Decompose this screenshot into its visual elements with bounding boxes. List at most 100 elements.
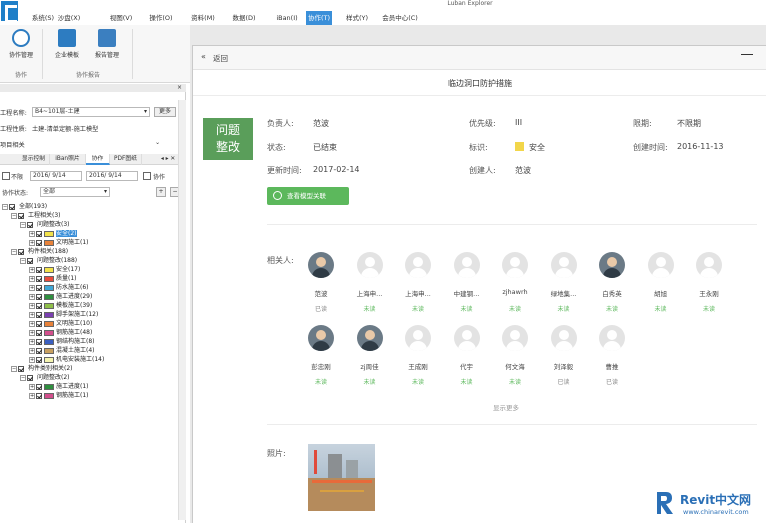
expand-icon[interactable]: + (29, 392, 35, 399)
tree-node[interactable]: + 文明施工(10) (29, 320, 92, 328)
checkbox-icon[interactable] (36, 230, 42, 237)
avatar[interactable] (356, 325, 383, 351)
expand-icon[interactable]: + (29, 329, 35, 336)
avatar[interactable] (550, 252, 577, 278)
avatar[interactable] (502, 325, 528, 351)
avatar[interactable] (599, 325, 625, 351)
date-to-field[interactable]: 2016/ 9/14 (86, 171, 138, 181)
tree-node[interactable]: + 安全(17) (29, 266, 80, 274)
tree-node[interactable]: − 问题整改(188) (20, 257, 77, 265)
collapse-icon[interactable]: − (20, 374, 26, 381)
show-more-link[interactable]: 显示更多 (493, 402, 519, 412)
avatar[interactable] (453, 325, 480, 351)
collapse-icon[interactable]: − (2, 203, 8, 210)
report-manage-button[interactable]: 报告管理 (90, 29, 124, 59)
tab-collab[interactable]: 协作 (86, 154, 110, 165)
tab-display-control[interactable]: 显示控制 (18, 154, 50, 165)
menu-item[interactable]: iBan(I) (276, 11, 298, 25)
tree-node[interactable]: + 混凝土施工(4) (29, 347, 95, 355)
checkbox-icon[interactable] (18, 212, 24, 219)
checkbox-icon[interactable] (36, 266, 42, 273)
expand-icon[interactable]: + (29, 284, 35, 291)
tree-node[interactable]: + 机电安装施工(14) (29, 356, 104, 364)
avatar[interactable] (550, 325, 577, 351)
expand-icon[interactable]: + (29, 338, 35, 345)
checkbox-icon[interactable] (36, 293, 42, 300)
checkbox-icon[interactable] (36, 356, 42, 363)
status-select[interactable]: 全部 ▾ (40, 187, 110, 197)
checkbox-icon[interactable] (36, 329, 42, 336)
checkbox-icon[interactable] (27, 374, 33, 381)
checkbox-icon[interactable] (9, 203, 15, 210)
expand-icon[interactable]: + (29, 356, 35, 363)
left-scrollbar[interactable] (178, 100, 186, 520)
checkbox-icon[interactable] (36, 284, 42, 291)
expand-icon[interactable]: + (29, 383, 35, 390)
menu-item[interactable]: 数据(D) (229, 11, 259, 25)
expand-icon[interactable]: + (29, 266, 35, 273)
tree-node[interactable]: − 构件类别相关(2) (11, 365, 73, 373)
tree-node[interactable]: − 问题整改(2) (20, 374, 70, 382)
tree-node[interactable]: + 安全(2) (29, 230, 77, 238)
enterprise-template-button[interactable]: 企业模板 (50, 29, 84, 59)
app-logo-icon[interactable] (1, 1, 18, 23)
tree-node[interactable]: + 脚手架施工(12) (29, 311, 98, 319)
checkbox-icon[interactable] (27, 257, 33, 264)
collab-checkbox[interactable] (143, 172, 151, 180)
expand-icon[interactable]: + (29, 293, 35, 300)
tab-iban-photos[interactable]: iBan照片 (50, 154, 86, 165)
avatar[interactable] (453, 252, 480, 278)
tree-node[interactable]: + 钢筋施工(1) (29, 392, 89, 400)
tree-node[interactable]: − 全部(193) (2, 203, 47, 211)
tree-node[interactable]: − 构件相关(188) (11, 248, 68, 256)
menu-item[interactable]: 资料(M) (188, 11, 218, 25)
checkbox-icon[interactable] (36, 239, 42, 246)
expand-icon[interactable]: + (29, 311, 35, 318)
checkbox-icon[interactable] (36, 338, 42, 345)
tree-node[interactable]: + 施工进度(1) (29, 383, 89, 391)
checkbox-icon[interactable] (36, 320, 42, 327)
menu-item[interactable]: 沙盘(X) (56, 11, 82, 25)
menu-item[interactable]: 系统(S) (30, 11, 56, 25)
avatar[interactable] (599, 252, 625, 278)
avatar[interactable] (308, 252, 334, 278)
checkbox-icon[interactable] (36, 302, 42, 309)
tree-node[interactable]: − 工程相关(3) (11, 212, 61, 220)
collapse-icon[interactable]: − (11, 248, 17, 255)
checkbox-icon[interactable] (27, 221, 33, 228)
tree-node[interactable]: + 防水施工(6) (29, 284, 89, 292)
checkbox-icon[interactable] (36, 347, 42, 354)
expand-icon[interactable]: + (29, 230, 35, 237)
checkbox-icon[interactable] (36, 392, 42, 399)
checkbox-icon[interactable] (18, 248, 24, 255)
expand-icon[interactable]: + (29, 302, 35, 309)
collapse-icon[interactable]: − (11, 212, 17, 219)
avatar[interactable] (356, 252, 383, 278)
checkbox-icon[interactable] (36, 311, 42, 318)
tree-node[interactable]: + 文明施工(1) (29, 239, 89, 247)
collapse-icon[interactable]: − (11, 365, 17, 372)
checkbox-icon[interactable] (36, 383, 42, 390)
menu-item[interactable]: 样式(Y) (344, 11, 370, 25)
avatar[interactable] (696, 252, 722, 278)
avatar[interactable] (405, 252, 431, 278)
project-select[interactable]: B4~101层-土建 ▾ (32, 107, 150, 117)
expand-icon[interactable]: + (29, 275, 35, 282)
tree-node[interactable]: + 施工进度(29) (29, 293, 92, 301)
menu-item[interactable]: 视图(V) (106, 11, 136, 25)
expand-icon[interactable]: + (29, 320, 35, 327)
tree-node[interactable]: − 问题整改(3) (20, 221, 70, 229)
collapse-icon[interactable]: − (20, 221, 26, 228)
panel-close-icon[interactable]: × (177, 84, 182, 91)
tree-node[interactable]: + 钢结构施工(8) (29, 338, 95, 346)
tree-node[interactable]: + 质量(1) (29, 275, 77, 283)
avatar[interactable] (308, 325, 334, 351)
date-from-field[interactable]: 2016/ 9/14 (30, 171, 82, 181)
unlimited-checkbox[interactable] (2, 172, 10, 180)
expand-icon[interactable]: + (29, 347, 35, 354)
checkbox-icon[interactable] (36, 275, 42, 282)
avatar[interactable] (647, 252, 674, 278)
avatar[interactable] (405, 325, 431, 351)
site-photo-thumbnail[interactable] (308, 444, 375, 511)
menu-item[interactable]: 会员中心(C) (380, 11, 420, 25)
